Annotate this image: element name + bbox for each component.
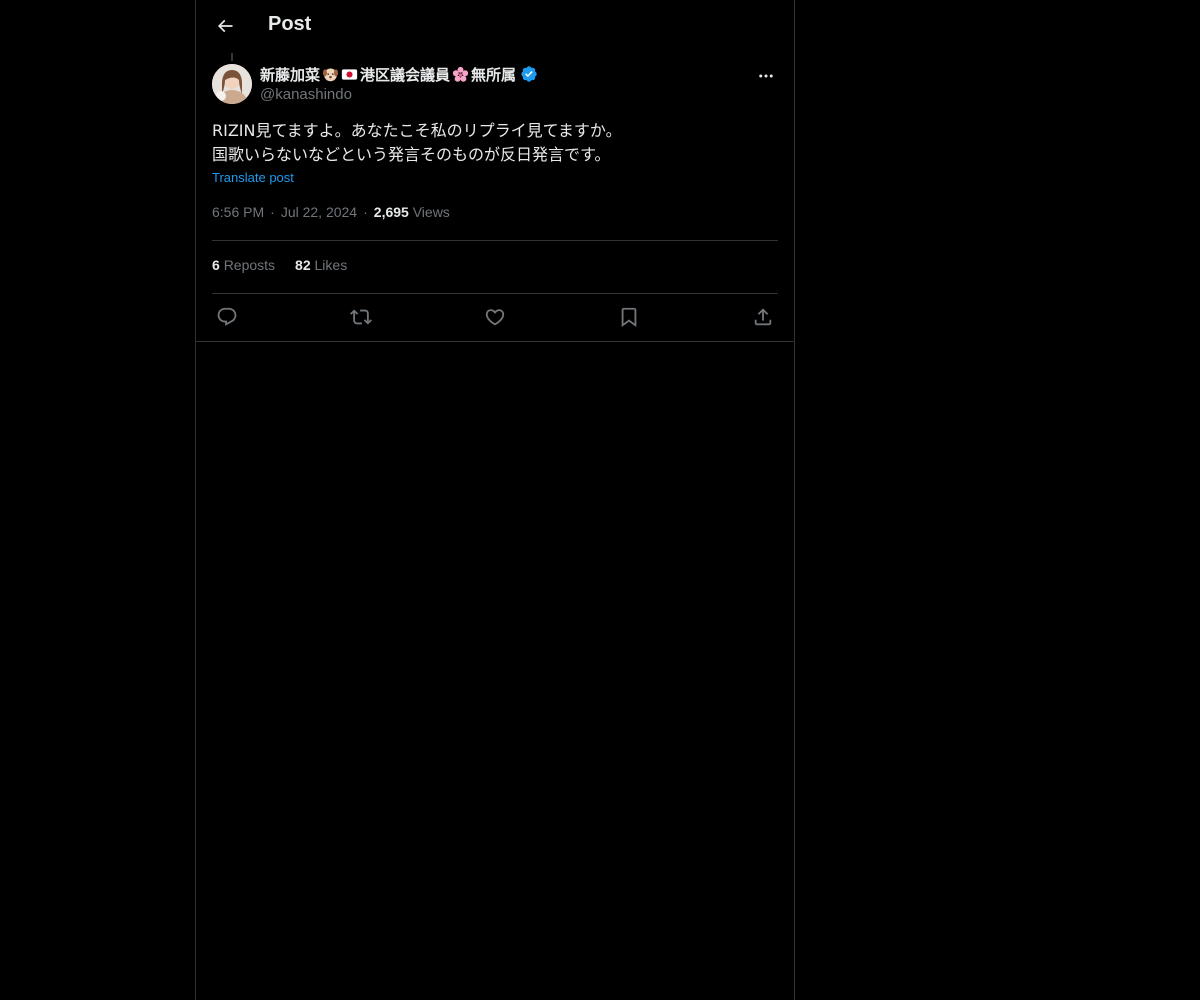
divider — [196, 341, 794, 342]
post-metadata: 6:56 PM · Jul 22, 2024 · 2,695 Views — [212, 204, 450, 220]
page-title: Post — [268, 13, 312, 35]
author-handle[interactable]: @kanashindo — [260, 86, 538, 103]
verified-badge-icon[interactable] — [520, 65, 538, 83]
reply-button[interactable] — [212, 303, 242, 331]
post-text: RIZIN見てますよ。あなたこそ私のリプライ見てますか。 国歌いらないなどという… — [212, 121, 622, 164]
dog-face-emoji-icon — [322, 68, 339, 81]
likes-count: 82 — [295, 257, 311, 273]
display-name-part1: 新藤加菜 — [260, 66, 321, 84]
bookmark-button[interactable] — [614, 303, 644, 331]
bookmark-icon — [621, 307, 637, 328]
views-count: 2,695 — [373, 204, 409, 220]
display-name-part2: 港区議会議員 — [360, 66, 451, 84]
reposts-label: Reposts — [223, 257, 276, 273]
reposts-count: 6 — [212, 257, 220, 273]
engagement-stats: 6 Reposts 82 Likes — [212, 257, 347, 273]
divider — [212, 240, 778, 241]
avatar[interactable] — [212, 64, 252, 104]
more-options-button[interactable] — [754, 64, 778, 88]
repost-button[interactable] — [346, 303, 376, 331]
more-dots-icon — [759, 74, 773, 78]
post-date[interactable]: Jul 22, 2024 — [281, 204, 357, 220]
cherry-blossom-icon — [452, 66, 469, 82]
display-name[interactable]: 新藤加菜 港区議会議員 無所属 — [260, 64, 538, 84]
separator-dot: · — [363, 204, 368, 220]
thread-connector-line — [231, 53, 233, 61]
divider — [212, 293, 778, 294]
reply-icon — [217, 307, 237, 326]
header: Post — [196, 0, 794, 53]
likes-label: Likes — [314, 257, 348, 273]
views-label: Views — [412, 204, 450, 220]
separator-dot: · — [270, 204, 275, 220]
share-button[interactable] — [748, 303, 778, 331]
like-button[interactable] — [480, 303, 510, 331]
post-time[interactable]: 6:56 PM — [212, 204, 264, 220]
author-info: 新藤加菜 港区議会議員 無所属 @kanashindo — [260, 64, 538, 103]
author-row: 新藤加菜 港区議会議員 無所属 @kanashindo — [212, 64, 778, 108]
japan-flag-icon — [341, 68, 358, 80]
share-icon — [754, 308, 772, 326]
avatar-image — [212, 64, 252, 104]
repost-icon — [350, 309, 372, 325]
reposts-stat[interactable]: 6 Reposts — [212, 257, 275, 273]
display-name-part3: 無所属 — [471, 66, 517, 84]
action-bar — [212, 303, 778, 331]
back-arrow-icon — [217, 19, 233, 33]
translate-post-link[interactable]: Translate post — [212, 170, 294, 185]
likes-stat[interactable]: 82 Likes — [295, 257, 347, 273]
post-column: Post 新藤加菜 港区議会議員 無所属 @kanashindo RIZIN見て… — [195, 0, 795, 1000]
back-button[interactable] — [208, 9, 242, 43]
like-icon — [485, 309, 505, 326]
